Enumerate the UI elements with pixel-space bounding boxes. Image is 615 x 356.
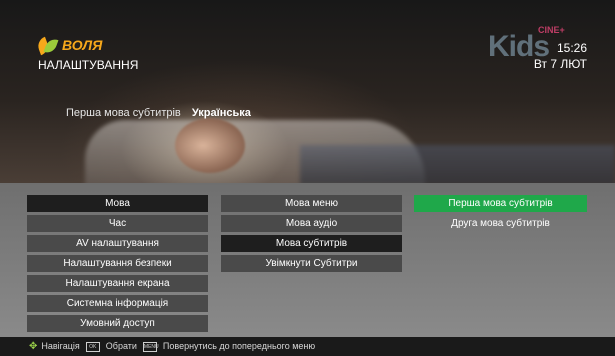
- menu-column-language: Мова меню Мова аудіо Мова субтитрів Увім…: [221, 195, 402, 275]
- navigation-arrows-icon: ✥: [29, 341, 38, 352]
- menu-column-subtitles: Перша мова субтитрів Друга мова субтитрі…: [414, 195, 587, 235]
- clock-date: Вт 7 ЛЮТ: [533, 57, 587, 71]
- footer-hint-bar: ✥ Навігація OK Обрати MENU Повернутись д…: [0, 337, 615, 356]
- provider-logo: ВОЛЯ: [38, 36, 102, 54]
- page-title: НАЛАШТУВАННЯ: [38, 58, 139, 72]
- menu-item-enable-subtitles[interactable]: Увімкнути Субтитри: [221, 255, 402, 272]
- menu-item-conditional-access[interactable]: Умовний доступ: [27, 315, 208, 332]
- current-setting: Перша мова субтитрів Українська: [66, 107, 251, 119]
- menu-item-audio-language[interactable]: Мова аудіо: [221, 215, 402, 232]
- menu-item-screen-settings[interactable]: Налаштування екрана: [27, 275, 208, 292]
- menu-item-av-settings[interactable]: AV налаштування: [27, 235, 208, 252]
- hint-select: Обрати: [105, 341, 137, 351]
- clock: 15:26 Вт 7 ЛЮТ: [534, 40, 587, 72]
- menu-item-first-subtitle-language[interactable]: Перша мова субтитрів: [414, 195, 587, 212]
- current-setting-label: Перша мова субтитрів: [66, 107, 181, 119]
- background-blanket: [300, 145, 615, 185]
- background-face: [175, 118, 245, 173]
- menu-key-icon: MENU: [142, 341, 159, 352]
- menu-item-subtitle-language[interactable]: Мова субтитрів: [221, 235, 402, 252]
- menu-item-system-info[interactable]: Системна інформація: [27, 295, 208, 312]
- footer-hints: ✥ Навігація OK Обрати MENU Повернутись д…: [29, 337, 315, 356]
- brand-name: ВОЛЯ: [62, 37, 103, 53]
- menu-item-security-settings[interactable]: Налаштування безпеки: [27, 255, 208, 272]
- menu-column-categories: Мова Час AV налаштування Налаштування бе…: [27, 195, 208, 335]
- clock-time: 15:26: [556, 41, 587, 55]
- channel-logo-sub: CINE+: [538, 25, 565, 35]
- leaf-logo-icon: [38, 36, 58, 54]
- menu-item-second-subtitle-language[interactable]: Друга мова субтитрів: [414, 215, 587, 232]
- current-setting-value: Українська: [191, 107, 251, 119]
- background-scene: [0, 0, 615, 190]
- menu-item-menu-language[interactable]: Мова меню: [221, 195, 402, 212]
- ok-key-icon: OK: [85, 341, 100, 352]
- menu-item-time[interactable]: Час: [27, 215, 208, 232]
- hint-back: Повернутись до попереднього меню: [162, 341, 316, 351]
- menu-item-language[interactable]: Мова: [27, 195, 208, 212]
- hint-navigate: Навігація: [41, 341, 80, 351]
